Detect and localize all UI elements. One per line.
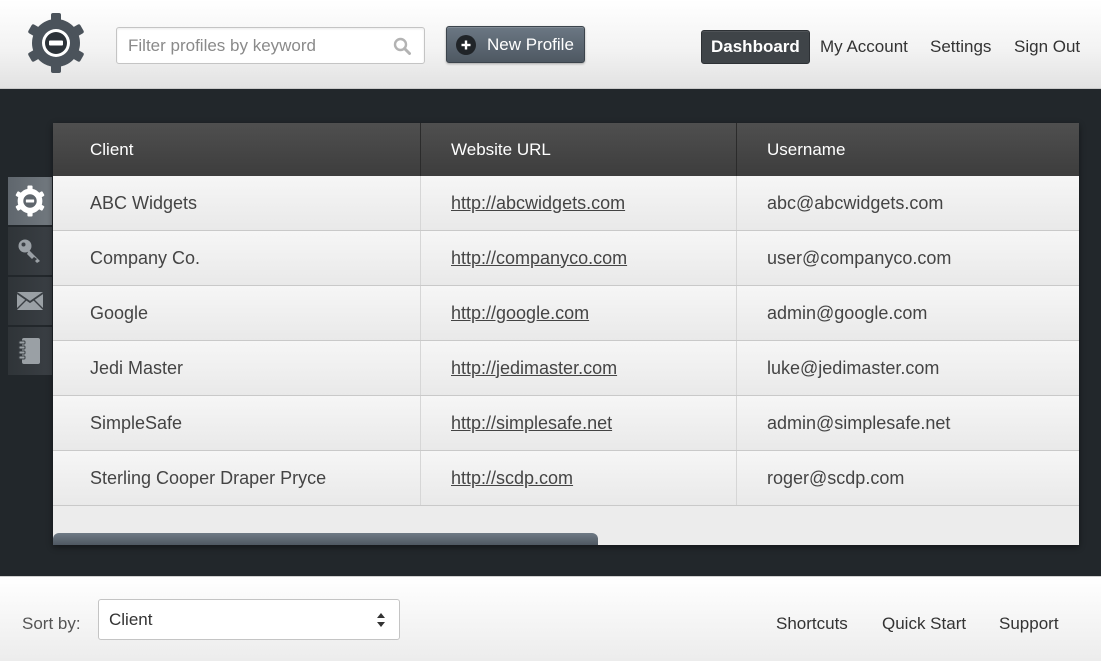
cell-url-link[interactable]: http://companyco.com <box>451 248 627 269</box>
search-input[interactable] <box>117 28 424 63</box>
table-row[interactable]: ABC Widgets http://abcwidgets.com abc@ab… <box>53 176 1079 231</box>
side-tab-notes[interactable] <box>8 327 52 375</box>
cell-client: Jedi Master <box>90 357 184 378</box>
cell-client: ABC Widgets <box>90 192 198 213</box>
sort-value: Client <box>109 609 153 629</box>
search-field[interactable] <box>116 27 425 64</box>
cell-username: user@companyco.com <box>736 231 1079 285</box>
profiles-table: Client Website URL Username ABC Widgets … <box>53 123 1079 545</box>
gear-icon[interactable] <box>25 12 87 74</box>
scrollbar-thumb[interactable] <box>53 533 598 545</box>
cell-url-link[interactable]: http://scdp.com <box>451 468 573 489</box>
sort-label: Sort by: <box>22 614 81 633</box>
new-profile-label: New Profile <box>487 34 574 54</box>
table-row[interactable]: Google http://google.com admin@google.co… <box>53 286 1079 341</box>
cell-username: admin@google.com <box>736 286 1079 340</box>
bottom-bar: Sort by: Client Shortcuts Quick Start Su… <box>0 576 1101 661</box>
key-icon <box>18 239 40 263</box>
cell-url-link[interactable]: http://google.com <box>451 303 589 324</box>
table-header: Client Website URL Username <box>53 123 1079 176</box>
side-tab-bar <box>8 177 52 377</box>
side-tab-mail[interactable] <box>8 277 52 325</box>
link-quick-start[interactable]: Quick Start <box>882 614 966 634</box>
nav-settings[interactable]: Settings <box>930 30 991 64</box>
column-header-website-url[interactable]: Website URL <box>420 123 736 176</box>
cell-client: Company Co. <box>90 247 201 268</box>
horizontal-scrollbar[interactable] <box>53 531 1079 545</box>
cell-username: abc@abcwidgets.com <box>736 176 1079 230</box>
cell-url-link[interactable]: http://jedimaster.com <box>451 358 617 379</box>
cell-username: roger@scdp.com <box>736 451 1079 505</box>
side-tab-keys[interactable] <box>8 227 52 275</box>
notebook-icon <box>18 338 40 364</box>
gear-icon <box>15 185 45 217</box>
table-row[interactable]: Sterling Cooper Draper Pryce http://scdp… <box>53 451 1079 506</box>
top-header: New Profile Dashboard My Account Setting… <box>0 0 1101 89</box>
link-support[interactable]: Support <box>999 614 1059 634</box>
side-tab-profiles[interactable] <box>8 177 52 225</box>
nav-sign-out[interactable]: Sign Out <box>1014 30 1080 64</box>
new-profile-button[interactable]: New Profile <box>446 26 585 63</box>
link-shortcuts[interactable]: Shortcuts <box>776 614 848 634</box>
cell-username: admin@simplesafe.net <box>736 396 1079 450</box>
cell-client: SimpleSafe <box>90 412 183 433</box>
table-row[interactable]: SimpleSafe http://simplesafe.net admin@s… <box>53 396 1079 451</box>
table-row[interactable]: Company Co. http://companyco.com user@co… <box>53 231 1079 286</box>
column-header-username[interactable]: Username <box>736 123 1079 176</box>
table-row[interactable]: Jedi Master http://jedimaster.com luke@j… <box>53 341 1079 396</box>
cell-client: Sterling Cooper Draper Pryce <box>90 467 327 488</box>
updown-arrows-icon <box>377 613 385 627</box>
envelope-icon <box>16 292 44 310</box>
cell-username: luke@jedimaster.com <box>736 341 1079 395</box>
column-header-client[interactable]: Client <box>53 123 420 176</box>
sort-select[interactable]: Client <box>98 599 400 640</box>
cell-url-link[interactable]: http://simplesafe.net <box>451 413 612 434</box>
nav-my-account[interactable]: My Account <box>820 30 908 64</box>
nav-dashboard[interactable]: Dashboard <box>701 30 810 64</box>
cell-client: Google <box>90 302 149 323</box>
cell-url-link[interactable]: http://abcwidgets.com <box>451 193 625 214</box>
search-icon[interactable] <box>393 37 411 55</box>
plus-icon <box>456 34 476 55</box>
